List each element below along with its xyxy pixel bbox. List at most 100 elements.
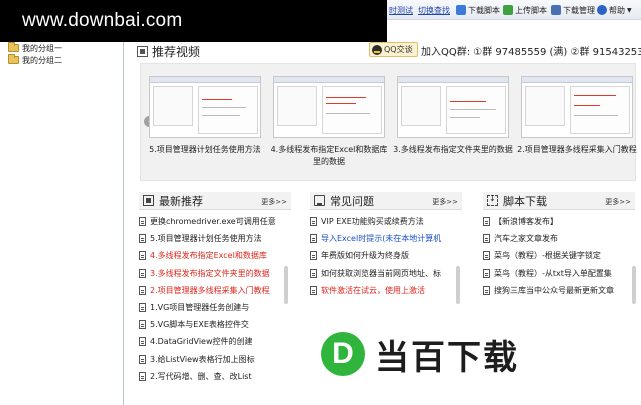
video-thumbnail[interactable]	[397, 76, 509, 138]
qq-chat-button[interactable]: QQ交谈	[369, 42, 418, 57]
list-item-text: 菜鸟（教程）-根据关键字锁定	[494, 251, 601, 261]
question-icon	[314, 195, 325, 206]
video-caption[interactable]: 3.多线程发布指定文件夹里的数据	[392, 144, 514, 156]
list-item[interactable]: 导入Excel时提示(未在本地计算机	[310, 230, 462, 247]
list-item[interactable]: 软件激活在试云，使用上激活	[310, 282, 462, 299]
list-item-text: 4.DataGridView控件的创建	[150, 337, 253, 347]
upload-script-button[interactable]: 上传脚本	[503, 3, 547, 17]
document-icon	[310, 251, 317, 261]
document-icon	[139, 371, 146, 381]
faq-column: 常见问题 更多>> VIP EXE功能购买或续费方法导入Excel时提示(未在本…	[310, 192, 462, 299]
download-manager-button[interactable]: 下载管理	[551, 3, 595, 17]
help-button[interactable]: 帮助 ▼	[597, 3, 632, 17]
document-icon	[310, 217, 317, 227]
list-item-text: 搜狗三库当中公众号最新更新文章	[494, 285, 614, 295]
list-item[interactable]: 5.VG脚本与EXE表格控件交	[139, 316, 291, 333]
list-item[interactable]: VIP EXE功能购买或续费方法	[310, 213, 462, 230]
video-thumbnail[interactable]	[273, 76, 385, 138]
list-item-text: 如何获取浏览器当前网页地址、标	[321, 268, 441, 278]
list-item-text: 3.给ListView表格行加上图标	[150, 354, 255, 364]
document-icon	[310, 234, 317, 244]
toolbar-switch-link[interactable]: 切换查找	[418, 3, 450, 17]
download-script-button[interactable]: 下载脚本	[456, 3, 500, 17]
upload-icon	[503, 5, 513, 15]
video-thumbnail[interactable]	[521, 76, 633, 138]
list-item[interactable]: 4.DataGridView控件的创建	[139, 333, 291, 350]
list-item[interactable]: 【新浪博客发布】	[483, 213, 635, 230]
list-item[interactable]: 5.项目管理器计划任务使用方法	[139, 230, 291, 247]
list-item[interactable]: 2.写代码增、删、查、改List	[139, 368, 291, 385]
faq-header: 常见问题 更多>>	[310, 192, 462, 210]
help-icon	[597, 5, 607, 15]
faq-more-link[interactable]: 更多>>	[432, 197, 458, 207]
list-item[interactable]: 如何获取浏览器当前网页地址、标	[310, 265, 462, 282]
watermark-bottom: D 当百下载	[321, 330, 577, 378]
list-item[interactable]: 1.VG项目管理器任务创建与	[139, 299, 291, 316]
list-item-text: 导入Excel时提示(未在本地计算机	[321, 234, 442, 244]
download-manager-icon	[551, 5, 561, 15]
list-item-text: 3.多线程发布指定文件夹里的数据	[150, 268, 270, 278]
video-thumbnail[interactable]	[149, 76, 261, 138]
qq-penguin-icon	[372, 44, 382, 55]
list-item-text: VIP EXE功能购买或续费方法	[321, 217, 424, 227]
group-tree: 我的分组一 我的分组二	[0, 42, 124, 405]
document-icon	[483, 251, 490, 261]
list-item-text: 2.项目管理器多线程采集入门教程	[150, 285, 270, 295]
document-icon	[139, 303, 146, 313]
list-item-text: 软件激活在试云，使用上激活	[321, 285, 425, 295]
faq-list: VIP EXE功能购买或续费方法导入Excel时提示(未在本地计算机 年费版如何升…	[310, 213, 462, 299]
faq-scrollbar[interactable]	[456, 266, 460, 304]
list-item-text: 菜鸟（教程）-从txt导入单配置集	[494, 268, 612, 278]
document-icon	[139, 285, 146, 295]
watermark-text: 当百下载	[375, 337, 519, 378]
list-item-text: 4.多线程发布指定Excel和数据库	[150, 251, 267, 261]
list-item[interactable]: 汽车之家文章发布	[483, 230, 635, 247]
document-icon	[139, 320, 146, 330]
tree-item-group-1[interactable]: 我的分组一	[0, 42, 123, 54]
list-item[interactable]: 3.给ListView表格行加上图标	[139, 351, 291, 368]
list-item-text: 5.项目管理器计划任务使用方法	[150, 234, 262, 244]
list-item-text: 1.VG项目管理器任务创建与	[150, 303, 250, 313]
folder-icon	[8, 42, 19, 52]
toolbar-test-link[interactable]: 时测试	[389, 3, 413, 17]
video-caption[interactable]: 4.多线程发布指定Excel和数据库里的数据	[268, 144, 390, 168]
video-caption[interactable]: 2.项目管理器多线程采集入门教程	[516, 144, 638, 156]
list-item-text: 5.VG脚本与EXE表格控件交	[150, 320, 249, 330]
list-item[interactable]: 2.项目管理器多线程采集入门教程	[139, 282, 291, 299]
list-item[interactable]: 年费版如何升级为终身版	[310, 247, 462, 264]
document-icon	[483, 217, 490, 227]
latest-header: 最新推荐 更多>>	[139, 192, 291, 210]
list-item-text: 【新浪博客发布】	[494, 217, 558, 227]
download-icon	[456, 5, 466, 15]
watermark-top: www.downbai.com	[0, 0, 387, 42]
tree-item-group-2[interactable]: 我的分组二	[0, 54, 123, 66]
latest-scrollbar[interactable]	[284, 266, 288, 304]
list-item-text: 汽车之家文章发布	[494, 234, 558, 244]
list-item[interactable]: 菜鸟（教程）-根据关键字锁定	[483, 247, 635, 264]
list-item-text: 年费版如何升级为终身版	[321, 251, 409, 261]
document-icon	[139, 217, 146, 227]
list-item-text: 更换chromedriver.exe可调用任意	[150, 217, 276, 227]
list-item[interactable]: 菜鸟（教程）-从txt导入单配置集	[483, 265, 635, 282]
list-item[interactable]: 3.多线程发布指定文件夹里的数据	[139, 265, 291, 282]
document-icon	[139, 337, 146, 347]
video-caption[interactable]: 5.项目管理器计划任务使用方法	[144, 144, 266, 156]
list-item[interactable]: 4.多线程发布指定Excel和数据库	[139, 247, 291, 264]
scripts-more-link[interactable]: 更多>>	[605, 197, 631, 207]
document-icon	[139, 268, 146, 278]
folder-icon	[8, 54, 19, 64]
document-icon	[139, 354, 146, 364]
document-icon	[310, 268, 317, 278]
qq-group-info: 加入QQ群: ①群 97485559 (满) ②群 915432533	[421, 47, 641, 58]
document-icon	[139, 234, 146, 244]
latest-list: 更换chromedriver.exe可调用任意 5.项目管理器计划任务使用方法 4.…	[139, 213, 291, 385]
video-icon	[137, 45, 148, 57]
document-icon	[483, 234, 490, 244]
list-item[interactable]: 搜狗三库当中公众号最新更新文章	[483, 282, 635, 299]
document-icon	[483, 268, 490, 278]
list-item[interactable]: 更换chromedriver.exe可调用任意	[139, 213, 291, 230]
recommend-icon	[143, 195, 154, 206]
scripts-scrollbar[interactable]	[632, 266, 636, 304]
downbai-logo-icon: D	[321, 332, 365, 376]
latest-more-link[interactable]: 更多>>	[261, 197, 287, 207]
